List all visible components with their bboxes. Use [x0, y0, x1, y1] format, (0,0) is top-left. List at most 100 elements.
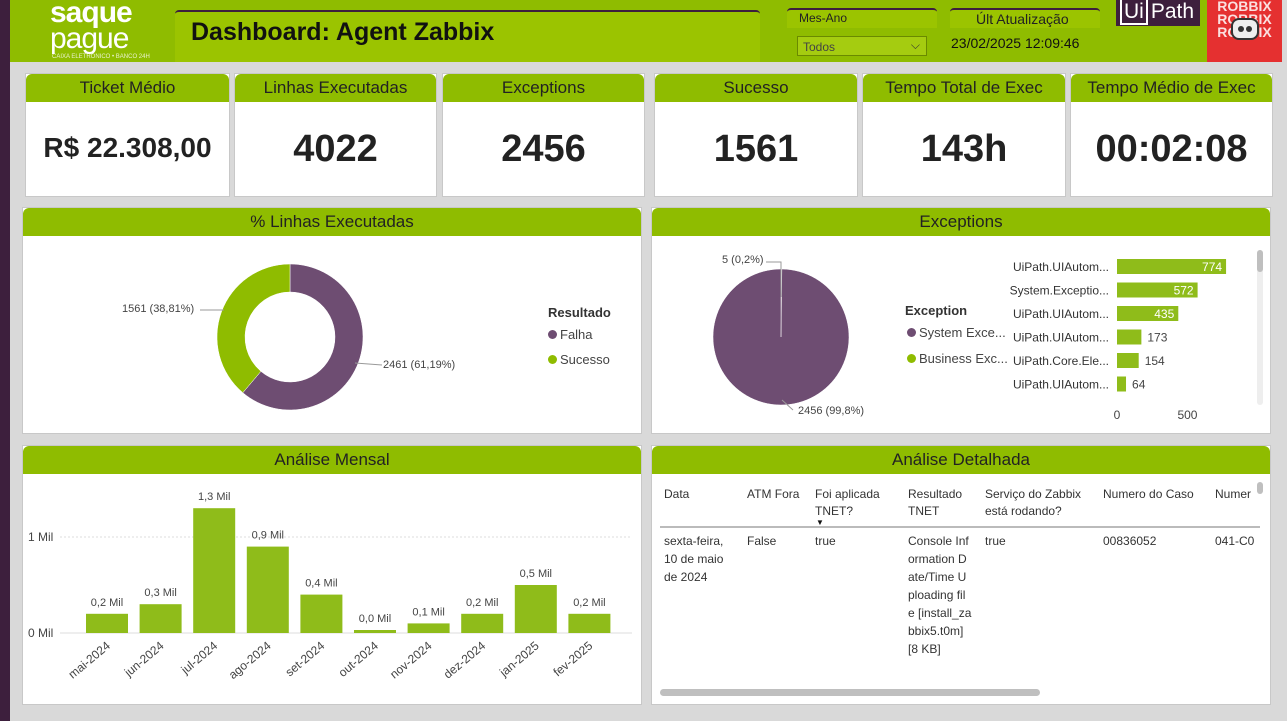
y-tick-0mil: 0 Mil [28, 626, 53, 640]
donut-label-big: 2456 (99,8%) [798, 405, 865, 417]
month-bar[interactable] [407, 623, 450, 633]
legend-title: Exception [905, 303, 968, 318]
month-bar[interactable] [461, 613, 504, 633]
legend-label: Business Exc... [919, 351, 1008, 366]
kpi-label: Ticket Médio [26, 74, 229, 102]
kpi-value: 143h [920, 128, 1008, 170]
column-header-data[interactable]: Data [664, 486, 734, 503]
robbix-logo: ROBBIX ROBBIX ROBBIX [1207, 0, 1282, 62]
month-bar-label: 1,3 Mil [198, 491, 230, 503]
exceptions-scroll-track [1257, 250, 1263, 405]
exceptions-scrollbar[interactable] [1257, 250, 1263, 272]
legend-dot [907, 328, 916, 337]
column-header-servico-zabbix[interactable]: Serviço do Zabbix está rodando? [985, 486, 1100, 520]
page-title: Dashboard: Agent Zabbix [191, 18, 495, 46]
exception-bar-value: 173 [1147, 331, 1167, 345]
exception-bar[interactable] [1117, 353, 1139, 368]
month-bar-label: 0,1 Mil [412, 606, 444, 618]
logo-tagline: CAIXA ELETRÔNICO • BANCO 24H [52, 54, 150, 60]
month-bar-label: 0,2 Mil [573, 597, 605, 609]
uipath-logo: Ui Path [1116, 0, 1201, 26]
month-bar-label: 0,2 Mil [91, 597, 123, 609]
column-header-atm-fora[interactable]: ATM Fora [747, 486, 807, 503]
exception-bar-value: 774 [1202, 260, 1222, 274]
month-bar[interactable] [568, 613, 611, 633]
panel-title: Análise Mensal [23, 446, 641, 474]
mes-ano-filter: Mes-Ano Todos ⌵ [787, 8, 937, 62]
robot-face-icon [1231, 18, 1259, 40]
exception-bar-label: UiPath.Core.Ele... [1013, 354, 1109, 368]
table-vertical-scrollbar[interactable] [1257, 482, 1263, 494]
table-horizontal-scrollbar[interactable] [660, 689, 1040, 696]
month-bar[interactable] [139, 604, 182, 633]
dropdown-value: Todos [803, 40, 836, 54]
panel-title: Análise Detalhada [652, 446, 1270, 474]
legend-label: Falha [560, 327, 593, 342]
exception-axis-tick: 0 [1114, 408, 1121, 422]
legend-label: Sucesso [560, 352, 610, 367]
legend-dot [548, 330, 557, 339]
kpi-value: 00:02:08 [1095, 128, 1248, 170]
panel-title: % Linhas Executadas [23, 208, 641, 236]
kpi-value: 1561 [713, 128, 799, 170]
exception-bar-value: 572 [1174, 284, 1194, 298]
month-bar[interactable] [514, 585, 557, 633]
kpi-label: Exceptions [443, 74, 644, 102]
update-label: Últ Atualização [976, 11, 1069, 27]
chevron-down-icon: ⌵ [910, 38, 920, 52]
donut-label-falha: 2461 (61,19%) [383, 359, 456, 371]
leader-line-falha [354, 362, 383, 366]
y-tick-1mil: 1 Mil [28, 530, 53, 544]
cell-tnet: true [815, 534, 836, 548]
kpi-card-sucesso: Sucesso 1561 [654, 73, 858, 197]
cell-numero-caso: 00836052 [1103, 534, 1157, 548]
column-header-resultado-tnet[interactable]: Resultado TNET [908, 486, 974, 520]
slice-sucesso[interactable] [216, 263, 291, 394]
cell-servico-zabbix: true [985, 534, 1006, 548]
month-bar[interactable] [300, 594, 343, 633]
header-divider [660, 526, 1260, 528]
month-tick-label: fev-2025 [551, 638, 596, 679]
legend-label: System Exce... [919, 325, 1006, 340]
exception-bar-value: 154 [1145, 354, 1165, 368]
legend-item-sucesso[interactable]: Sucesso [548, 352, 610, 367]
month-tick-label: dez-2024 [441, 638, 489, 681]
kpi-label: Tempo Total de Exec [863, 74, 1065, 102]
kpi-label: Tempo Médio de Exec [1071, 74, 1272, 102]
legend-dot [548, 355, 557, 364]
exception-axis-tick: 500 [1177, 408, 1197, 422]
month-bar[interactable] [246, 546, 289, 633]
legend-title: Resultado [548, 305, 611, 320]
legend-item-falha[interactable]: Falha [548, 327, 593, 342]
exception-bar-label: System.Exceptio... [1010, 284, 1109, 298]
month-bar-label: 0,9 Mil [252, 530, 284, 542]
column-header-tnet[interactable]: Foi aplicada TNET? [815, 486, 895, 520]
panel-title: Exceptions [652, 208, 1270, 236]
kpi-card-exceptions: Exceptions 2456 [442, 73, 645, 197]
exception-bar-label: UiPath.UIAutom... [1013, 331, 1109, 345]
update-value: 23/02/2025 12:09:46 [951, 35, 1080, 51]
month-bar-label: 0,2 Mil [466, 597, 498, 609]
exception-bar-label: UiPath.UIAutom... [1013, 260, 1109, 274]
kpi-value: R$ 22.308,00 [43, 132, 212, 163]
month-bar[interactable] [354, 630, 396, 633]
month-bar-label: 0,4 Mil [305, 578, 337, 590]
cell-resultado-tnet: Console Information Date/Time Uploading … [908, 534, 972, 656]
mes-ano-dropdown[interactable]: Todos ⌵ [797, 36, 927, 56]
month-bar-label: 0,5 Mil [520, 568, 552, 580]
kpi-label: Linhas Executadas [235, 74, 436, 102]
cell-atm-fora: False [747, 534, 777, 548]
column-header-numero-caso[interactable]: Numero do Caso [1103, 486, 1208, 503]
exception-bar[interactable] [1117, 329, 1142, 345]
legend-dot [907, 354, 916, 363]
title-tab: Dashboard: Agent Zabbix [175, 10, 760, 62]
month-tick-label: jul-2024 [178, 638, 221, 677]
legend-item-business[interactable]: Business Exc... [907, 351, 1008, 366]
legend-item-system[interactable]: System Exce... [907, 325, 1006, 340]
exception-bar-value: 64 [1132, 378, 1146, 392]
exception-bar[interactable] [1117, 376, 1127, 392]
month-bar[interactable] [86, 613, 128, 633]
month-tick-label: jun-2024 [121, 638, 167, 680]
month-bar[interactable] [193, 508, 236, 633]
month-tick-label: out-2024 [336, 638, 382, 679]
